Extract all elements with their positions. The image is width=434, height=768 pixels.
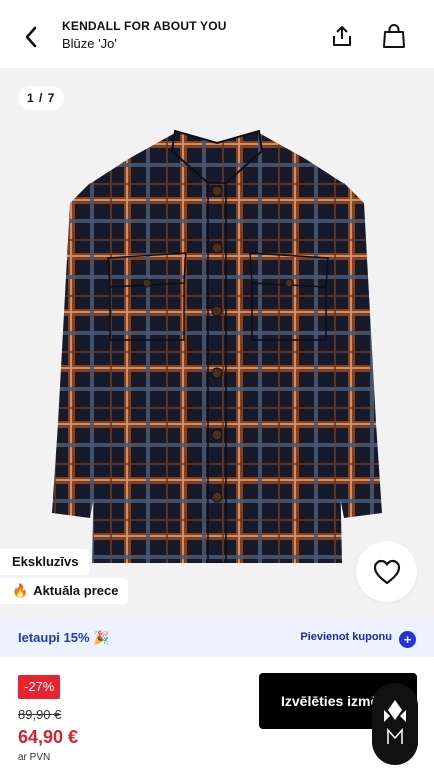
product-image xyxy=(52,129,382,563)
share-button[interactable] xyxy=(326,20,358,52)
original-price: 89,90 € xyxy=(18,707,62,722)
image-counter: 1 / 7 xyxy=(18,86,65,110)
chevron-left-icon xyxy=(25,26,37,48)
assistant-badge[interactable] xyxy=(372,683,418,765)
sale-price: 64,90 € xyxy=(18,727,79,747)
title-block: KENDALL FOR ABOUT YOU Blūze 'Jo' xyxy=(62,19,227,51)
product-gallery[interactable]: 1 / 7 Ekskluzīvs 🔥 Aktuāla prece xyxy=(0,68,434,621)
discount-badge: -27% xyxy=(18,675,61,699)
brand-name: KENDALL FOR ABOUT YOU xyxy=(62,19,227,33)
coupon-bar: Ietaupi 15% 🎉 Pievienot kuponu + xyxy=(0,621,434,657)
savings-text: Ietaupi 15% 🎉 xyxy=(18,630,110,645)
back-button[interactable] xyxy=(14,22,48,52)
diamond-logo-icon xyxy=(384,700,406,744)
favorite-button[interactable] xyxy=(356,541,417,602)
add-coupon-plus-icon[interactable]: + xyxy=(399,631,416,648)
share-icon xyxy=(333,26,351,46)
price-panel: -27% 89,90 € 64,90 € ar PVN Izvēlēties i… xyxy=(0,657,434,768)
trending-tag-label: Aktuāla prece xyxy=(33,583,119,598)
fire-icon: 🔥 xyxy=(12,583,29,598)
trending-tag: 🔥 Aktuāla prece xyxy=(0,578,129,604)
add-coupon-link[interactable]: Pievienot kuponu xyxy=(300,631,392,643)
bag-button[interactable] xyxy=(378,20,410,52)
top-bar: KENDALL FOR ABOUT YOU Blūze 'Jo' xyxy=(0,0,434,68)
vat-note: ar PVN xyxy=(18,752,51,763)
exclusive-tag: Ekskluzīvs xyxy=(0,549,89,575)
product-name: Blūze 'Jo' xyxy=(62,36,117,51)
bag-icon xyxy=(383,24,405,48)
heart-icon xyxy=(373,559,400,584)
